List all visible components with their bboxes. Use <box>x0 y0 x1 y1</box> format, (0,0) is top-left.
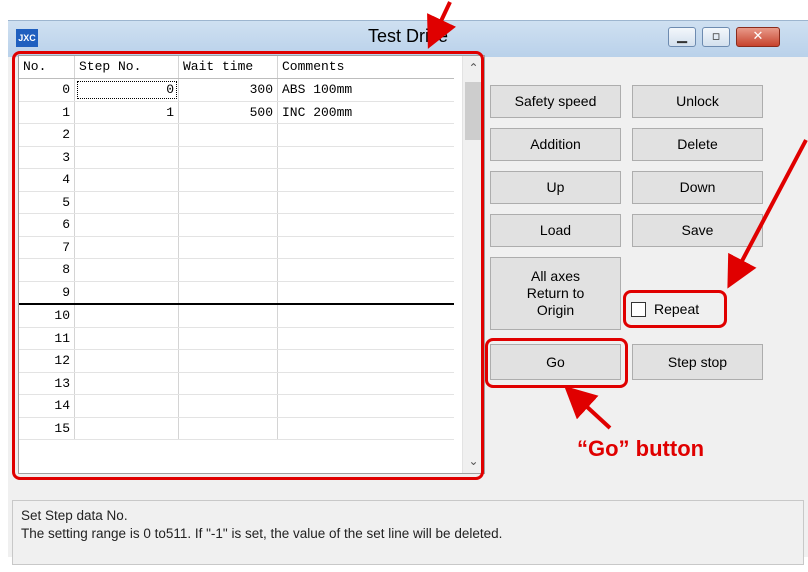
unlock-button[interactable]: Unlock <box>632 85 763 118</box>
close-icon: ✕ <box>752 29 764 44</box>
safety-speed-button[interactable]: Safety speed <box>490 85 621 118</box>
test-drive-window: JXC Test Drive ▁ ▫ ✕ No. Step No. Wait t… <box>0 0 808 572</box>
maximize-button[interactable]: ▫ <box>702 27 730 47</box>
status-line-2: The setting range is 0 to511. If "-1" is… <box>21 526 503 541</box>
minimize-icon: ▁ <box>677 29 687 44</box>
step-stop-button[interactable]: Step stop <box>632 344 763 380</box>
up-button[interactable]: Up <box>490 171 621 204</box>
repeat-highlight-box <box>623 290 727 328</box>
return-origin-label: All axes Return to Origin <box>526 268 585 318</box>
delete-button[interactable]: Delete <box>632 128 763 161</box>
status-message-box: Set Step data No. The setting range is 0… <box>12 500 804 565</box>
down-button[interactable]: Down <box>632 171 763 204</box>
go-highlight-box <box>485 338 628 388</box>
minimize-button[interactable]: ▁ <box>668 27 696 47</box>
addition-button[interactable]: Addition <box>490 128 621 161</box>
all-axes-return-origin-button[interactable]: All axes Return to Origin <box>490 257 621 330</box>
table-highlight-box <box>12 51 484 480</box>
maximize-icon: ▫ <box>711 29 721 44</box>
status-line-1: Set Step data No. <box>21 508 128 523</box>
close-button[interactable]: ✕ <box>736 27 780 47</box>
save-button[interactable]: Save <box>632 214 763 247</box>
go-button-annotation: “Go” button <box>577 436 705 461</box>
load-button[interactable]: Load <box>490 214 621 247</box>
